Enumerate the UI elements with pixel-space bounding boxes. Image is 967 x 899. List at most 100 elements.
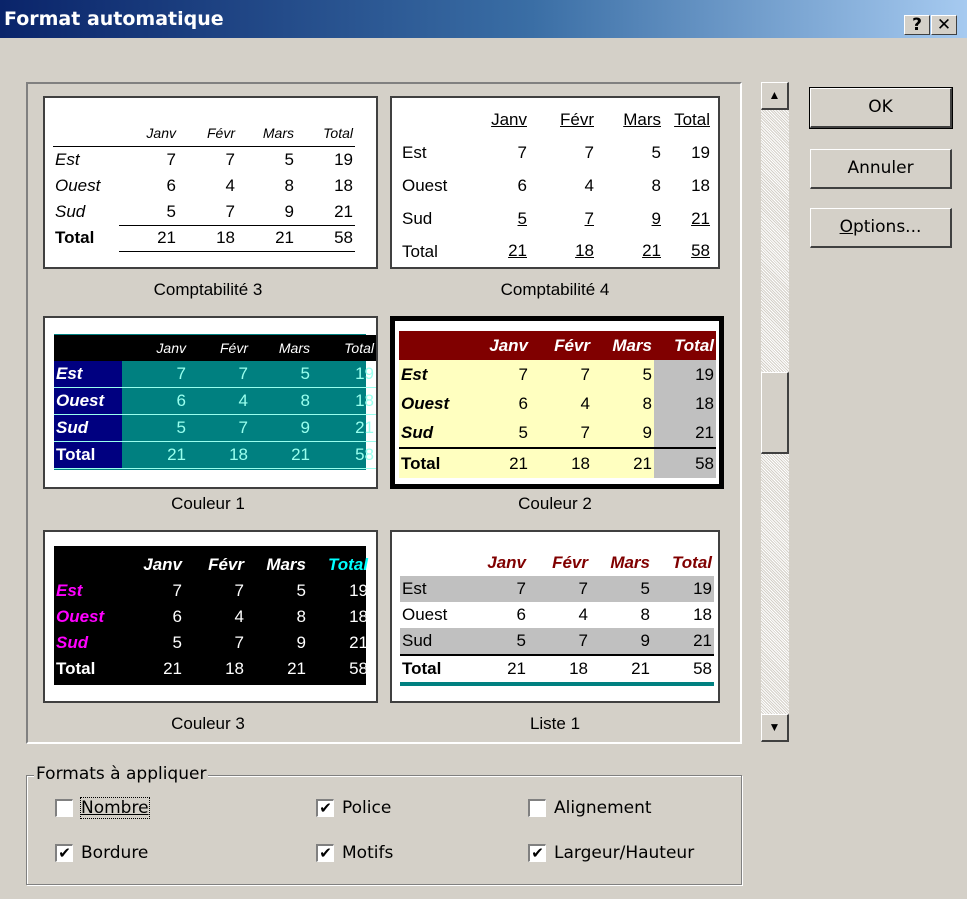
value-cell: 19 <box>652 576 714 602</box>
checkbox-police[interactable]: ✔ Police <box>316 797 391 819</box>
value-cell: 7 <box>188 414 250 442</box>
value-cell: 6 <box>166 176 176 195</box>
column-header: Total <box>672 553 712 572</box>
row-label: Ouest <box>402 175 448 195</box>
value-cell: 21 <box>466 654 528 686</box>
checkbox-box[interactable]: ✔ <box>316 844 334 862</box>
value-cell: 5 <box>517 208 527 228</box>
value-cell: 21 <box>119 224 178 252</box>
preview-table: Janv Févr Mars Total Est 7 7 5 19 Ouest 6 4 8 18 Sud 5 7… <box>399 331 716 478</box>
value-cell: 7 <box>234 581 244 600</box>
value-cell: 7 <box>528 576 590 602</box>
options-button[interactable]: Options... <box>810 208 952 248</box>
column-header: Janv <box>122 335 188 361</box>
row-label: Sud <box>400 628 466 655</box>
format-preview-comptabilite-4[interactable]: Janv Févr Mars Total Est 7 7 5 19 Ouest 6 4 8 18 Sud 5 7… <box>390 96 720 269</box>
close-button[interactable]: ✕ <box>931 15 957 35</box>
format-preview-couleur-1[interactable]: Janv Févr Mars Total Est 7 7 5 19 Ouest 6 4 8 18 Sud 5 7… <box>43 316 378 489</box>
value-cell: 58 <box>296 224 355 252</box>
total-row: Total 21 18 21 58 <box>54 441 376 469</box>
value-cell: 8 <box>592 389 654 418</box>
value-cell: 21 <box>312 414 376 442</box>
row-label: Ouest <box>55 176 101 195</box>
row-label: Sud <box>399 418 467 448</box>
close-icon: ✕ <box>936 15 952 35</box>
scroll-down-button[interactable]: ▼ <box>761 714 789 742</box>
column-header: Févr <box>178 120 237 147</box>
table-header-row: Janv Févr Mars Total <box>54 552 370 578</box>
column-header: Total <box>654 331 716 360</box>
value-cell: 18 <box>225 659 244 678</box>
checkbox-largeur-hauteur[interactable]: ✔ Largeur/Hauteur <box>528 842 694 864</box>
table-row: Est 7 7 5 19 <box>54 361 376 388</box>
value-cell: 7 <box>530 360 592 389</box>
total-row: Total 21 18 21 58 <box>53 224 355 252</box>
column-header: Mars <box>623 109 661 129</box>
value-cell: 18 <box>530 447 592 478</box>
format-preview-couleur-2[interactable]: Janv Févr Mars Total Est 7 7 5 19 Ouest 6 4 8 18 Sud 5 7… <box>390 316 724 489</box>
column-header: Total <box>312 335 376 361</box>
checkbox-label: Police <box>342 798 392 818</box>
value-cell: 6 <box>122 387 188 415</box>
checkbox-box[interactable]: ✔ <box>528 844 546 862</box>
table-header-row: Janv Févr Mars Total <box>400 103 712 136</box>
format-caption: Couleur 3 <box>171 714 245 733</box>
value-cell: 18 <box>312 387 376 415</box>
row-label: Sud <box>402 208 433 228</box>
value-cell: 4 <box>578 605 588 624</box>
table-row: Est 7 7 5 19 <box>400 136 712 169</box>
table-header-row: Janv Févr Mars Total <box>399 331 716 360</box>
table-row: Sud 5 7 9 21 <box>400 202 712 235</box>
value-cell: 7 <box>188 361 250 388</box>
column-header: Total <box>674 109 710 129</box>
value-cell: 21 <box>462 235 529 267</box>
value-cell: 21 <box>163 659 182 678</box>
scroll-up-button[interactable]: ▲ <box>761 82 789 110</box>
value-cell: 5 <box>284 150 294 169</box>
column-header: Total <box>328 555 368 574</box>
format-caption: Liste 1 <box>529 714 581 733</box>
help-button[interactable]: ? <box>904 15 930 35</box>
format-caption: Comptabilité 4 <box>500 280 610 299</box>
value-cell: 7 <box>225 201 235 221</box>
format-preview-liste-1[interactable]: Janv Févr Mars Total Est 7 7 5 19 Ouest 6 4 8 18 Sud 5 7… <box>390 530 720 703</box>
value-cell: 7 <box>530 418 592 448</box>
checkbox-nombre[interactable]: Nombre <box>55 797 150 819</box>
checkbox-alignement[interactable]: Alignement <box>528 797 652 819</box>
format-gallery[interactable]: Janv Févr Mars Total Est 7 7 5 19 Ouest 6 4 8 18 Sud 5 7… <box>26 82 742 744</box>
value-cell: 8 <box>651 175 661 195</box>
checkbox-box[interactable]: ✔ <box>55 844 73 862</box>
value-cell: 7 <box>122 361 188 388</box>
checkbox-bordure[interactable]: ✔ Bordure <box>55 842 148 864</box>
checkbox-motifs[interactable]: ✔ Motifs <box>316 842 393 864</box>
scroll-thumb[interactable] <box>761 372 789 454</box>
value-cell: 9 <box>284 201 294 221</box>
total-row: Total 21 18 21 58 <box>400 235 712 267</box>
checkbox-label: Bordure <box>81 843 149 863</box>
row-label: Sud <box>55 202 86 221</box>
value-cell: 7 <box>225 150 235 169</box>
checkbox-box[interactable]: ✔ <box>316 799 334 817</box>
format-preview-couleur-3[interactable]: Janv Févr Mars Total Est 7 7 5 19 Ouest 6 4 8 18 Sud 5 7… <box>43 530 378 703</box>
column-header: Févr <box>560 109 594 129</box>
format-caption: Couleur 1 <box>171 494 245 513</box>
format-caption: Couleur 2 <box>518 494 592 513</box>
value-cell: 21 <box>654 418 716 448</box>
table-header-row: Janv Févr Mars Total <box>53 120 355 147</box>
row-label: Est <box>399 360 467 389</box>
table-row: Est 7 7 5 19 <box>399 360 716 389</box>
ok-button[interactable]: OK <box>809 87 953 129</box>
checkbox-box[interactable] <box>528 799 546 817</box>
value-cell: 6 <box>172 607 182 626</box>
formats-group <box>26 775 742 885</box>
row-label: Total <box>56 659 96 678</box>
checkbox-box[interactable] <box>55 799 73 817</box>
format-preview-comptabilite-3[interactable]: Janv Févr Mars Total Est 7 7 5 19 Ouest 6 4 8 18 Sud 5 7… <box>43 96 378 269</box>
cancel-button[interactable]: Annuler <box>810 149 952 189</box>
column-header: Févr <box>208 555 244 574</box>
checkbox-label: Alignement <box>554 798 652 818</box>
vertical-scrollbar[interactable]: ▲ ▼ <box>761 82 789 742</box>
value-cell: 18 <box>693 605 712 624</box>
options-label: ptions... <box>852 217 922 237</box>
arrow-down-icon: ▼ <box>768 720 781 734</box>
